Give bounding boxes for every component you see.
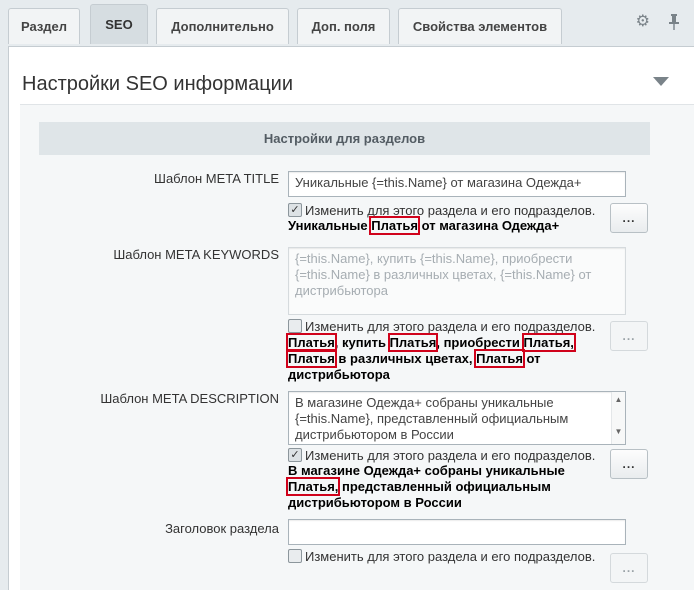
collapse-icon[interactable] bbox=[653, 77, 669, 86]
meta-title-preview: Уникальные Платья от магазина Одежда+ bbox=[288, 216, 560, 235]
checkbox-label: Изменить для этого раздела и его подразд… bbox=[305, 548, 596, 564]
meta-keywords-checkbox[interactable] bbox=[288, 319, 302, 333]
checkbox-label: Изменить для этого раздела и его подразд… bbox=[305, 202, 596, 218]
meta-description-more-button[interactable]: ... bbox=[610, 449, 648, 479]
meta-description-label: Шаблон META DESCRIPTION bbox=[100, 391, 279, 406]
gear-icon[interactable]: ⚙ bbox=[636, 14, 650, 34]
tab-additional[interactable]: Дополнительно bbox=[156, 8, 289, 44]
meta-title-checkbox[interactable]: ✓ bbox=[288, 203, 302, 217]
section-heading-input[interactable] bbox=[288, 519, 626, 545]
meta-keywords-preview: Платья, купить Платья, приобрести Платья… bbox=[286, 333, 576, 382]
section-header: Настройки SEO информации bbox=[20, 55, 694, 105]
settings-panel: Настройки SEO информации Настройки для р… bbox=[8, 46, 694, 590]
meta-title-more-button[interactable]: ... bbox=[610, 203, 648, 233]
meta-keywords-label: Шаблон META KEYWORDS bbox=[113, 247, 279, 262]
section-heading-checkbox-row[interactable]: Изменить для этого раздела и его подразд… bbox=[288, 548, 595, 564]
section-content: Настройки для разделов Шаблон META TITLE… bbox=[20, 105, 694, 590]
meta-title-value: Уникальные {=this.Name} от магазина Одеж… bbox=[295, 175, 582, 190]
tab-bar: Раздел SEO Дополнительно Доп. поля Свойс… bbox=[0, 0, 694, 46]
section-heading-checkbox[interactable] bbox=[288, 549, 302, 563]
meta-description-preview: В магазине Одежда+ собраны уникальные Пла… bbox=[285, 463, 565, 510]
meta-title-label: Шаблон META TITLE bbox=[154, 171, 279, 186]
meta-title-checkbox-row[interactable]: ✓ Изменить для этого раздела и его подра… bbox=[288, 202, 595, 218]
section-title: Настройки SEO информации bbox=[22, 73, 294, 95]
tab-extra-fields[interactable]: Доп. поля bbox=[297, 8, 390, 44]
meta-description-checkbox[interactable]: ✓ bbox=[288, 448, 302, 462]
section-heading-more-button[interactable]: ... bbox=[610, 553, 648, 583]
scrollbar[interactable]: ▲ ▼ bbox=[611, 392, 625, 444]
meta-description-value: В магазине Одежда+ собраны уникальные {=… bbox=[295, 395, 569, 442]
tab-seo[interactable]: SEO bbox=[90, 4, 148, 44]
meta-keywords-checkbox-row[interactable]: Изменить для этого раздела и его подразд… bbox=[288, 318, 595, 334]
meta-keywords-input[interactable]: {=this.Name}, купить {=this.Name}, приоб… bbox=[288, 247, 626, 315]
pin-icon[interactable] bbox=[668, 14, 680, 34]
highlight: Платья bbox=[369, 216, 420, 235]
meta-description-checkbox-row[interactable]: ✓ Изменить для этого раздела и его подра… bbox=[288, 447, 595, 463]
meta-description-input[interactable]: В магазине Одежда+ собраны уникальные {=… bbox=[288, 391, 626, 445]
checkbox-label: Изменить для этого раздела и его подразд… bbox=[305, 447, 596, 463]
subheading: Настройки для разделов bbox=[39, 122, 650, 155]
meta-keywords-more-button[interactable]: ... bbox=[610, 321, 648, 351]
checkbox-label: Изменить для этого раздела и его подразд… bbox=[305, 318, 596, 334]
meta-title-input[interactable]: Уникальные {=this.Name} от магазина Одеж… bbox=[288, 171, 626, 197]
section-heading-label: Заголовок раздела bbox=[165, 521, 279, 536]
tab-section[interactable]: Раздел bbox=[8, 8, 80, 44]
meta-keywords-value: {=this.Name}, купить {=this.Name}, приоб… bbox=[295, 251, 592, 298]
tab-element-properties[interactable]: Свойства элементов bbox=[398, 8, 562, 44]
